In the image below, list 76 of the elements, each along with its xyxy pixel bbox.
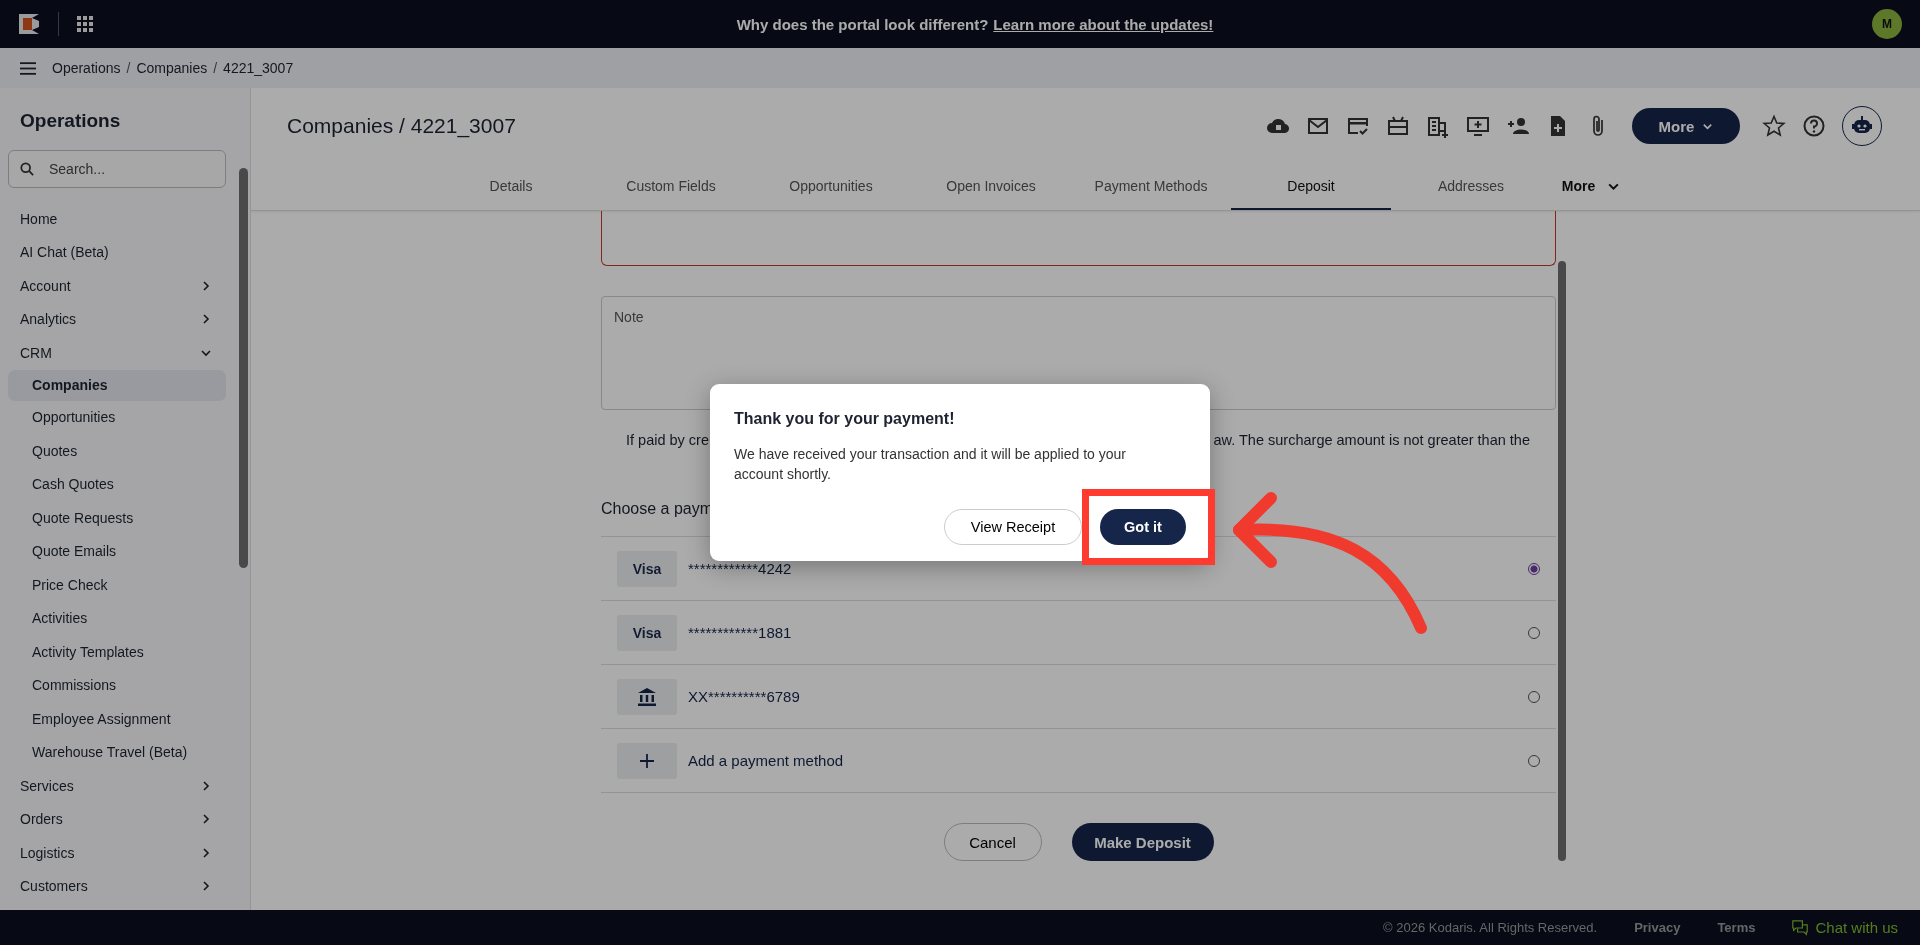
sidebar-item[interactable]: Cash Quotes <box>8 467 226 501</box>
radio-button[interactable] <box>1528 562 1540 575</box>
breadcrumb-link[interactable]: Operations <box>52 60 121 76</box>
sidebar-item[interactable]: Price Check <box>8 568 226 602</box>
card-brand-badge: Visa <box>617 614 677 651</box>
sidebar-item[interactable]: Quote Emails <box>8 534 226 568</box>
sidebar-item[interactable]: Activities <box>8 601 226 635</box>
sidebar-item[interactable]: Logistics <box>0 836 236 870</box>
search-icon <box>20 162 34 176</box>
page-title: Companies / 4221_3007 <box>287 114 516 138</box>
payment-method-row[interactable]: XX**********6789 <box>601 665 1556 729</box>
logo-icon[interactable] <box>18 13 40 35</box>
sidebar-item[interactable]: Activity Templates <box>8 635 226 669</box>
sidebar-item[interactable]: Companies <box>8 369 226 401</box>
surcharge-text: If paid by cre <box>626 432 709 448</box>
sidebar-item[interactable]: Warehouse Travel (Beta) <box>8 735 226 769</box>
star-icon[interactable] <box>1762 114 1786 138</box>
menu-icon[interactable] <box>20 61 36 75</box>
tab[interactable]: Opportunities <box>751 164 911 210</box>
chat-link[interactable]: Chat with us <box>1792 919 1898 936</box>
payment-method-label: ************1881 <box>688 624 793 641</box>
sidebar-item[interactable]: Employee Assignment <box>8 702 226 736</box>
tab[interactable]: Deposit <box>1231 164 1391 210</box>
building-plus-icon[interactable] <box>1426 114 1450 138</box>
user-avatar[interactable]: M <box>1872 9 1902 39</box>
sidebar-item[interactable]: Orders <box>0 802 236 836</box>
tab[interactable]: Custom Fields <box>591 164 751 210</box>
payment-method-row[interactable]: Add a payment method <box>601 729 1556 793</box>
tab[interactable]: Open Invoices <box>911 164 1071 210</box>
help-icon[interactable] <box>1802 114 1826 138</box>
sidebar-item[interactable]: Commissions <box>8 668 226 702</box>
payment-method-label: Add a payment method <box>688 752 845 769</box>
scrollbar[interactable] <box>1558 261 1566 861</box>
copyright-text: © 2026 Kodaris. All Rights Reserved. <box>1383 920 1598 935</box>
chat-icon <box>1792 919 1809 936</box>
payment-method-row[interactable]: Visa ************1881 <box>601 601 1556 665</box>
sidebar-item[interactable]: Customers <box>0 869 236 903</box>
bank-icon <box>637 686 657 707</box>
sidebar-item[interactable]: CRM <box>0 336 236 370</box>
sidebar-item[interactable]: Home <box>0 202 236 236</box>
plus-icon <box>639 752 655 769</box>
sidebar-item[interactable]: Quote Requests <box>8 501 226 535</box>
card-brand-badge: Visa <box>617 550 677 587</box>
breadcrumb-link[interactable]: Companies <box>136 60 208 76</box>
sidebar-title: Operations <box>19 109 122 133</box>
got-it-button[interactable]: Got it <box>1100 509 1186 545</box>
gift-box-icon[interactable] <box>1386 114 1410 138</box>
sidebar-item[interactable]: Services <box>0 769 236 803</box>
search-field[interactable]: Search... <box>8 150 226 188</box>
sidebar-item[interactable]: Analytics <box>0 302 236 336</box>
payment-method-label: ************4242 <box>688 560 793 577</box>
dialog-message: We have received your transaction and it will be applied to your account shortly. <box>734 445 1127 484</box>
surcharge-text: aw. The surcharge amount is not greater than the <box>1213 432 1530 448</box>
tab[interactable]: More <box>1551 164 1631 210</box>
cancel-button[interactable]: Cancel <box>943 823 1042 861</box>
input-field[interactable] <box>601 211 1556 266</box>
apps-grid-icon[interactable] <box>77 16 93 32</box>
sidebar-item[interactable]: Opportunities <box>8 400 226 434</box>
breadcrumb-separator: / <box>213 60 218 76</box>
dialog-title: Thank you for your payment! <box>734 410 956 428</box>
tab[interactable]: Payment Methods <box>1071 164 1231 210</box>
tab[interactable]: Details <box>431 164 591 210</box>
sidebar-item[interactable]: Quotes <box>8 434 226 468</box>
more-button[interactable]: More <box>1632 108 1740 144</box>
view-receipt-button[interactable]: View Receipt <box>944 509 1082 545</box>
payment-method-label: XX**********6789 <box>688 688 801 705</box>
breadcrumb-link[interactable]: 4221_3007 <box>223 60 294 76</box>
sidebar-item[interactable]: AI Chat (Beta) <box>0 235 236 269</box>
scrollbar[interactable] <box>239 168 248 568</box>
make-deposit-button[interactable]: Make Deposit <box>1071 823 1214 861</box>
sidebar-item[interactable]: Account <box>0 269 236 303</box>
announcement-text: Why does the portal look different? <box>736 15 989 33</box>
breadcrumb-separator: / <box>126 60 131 76</box>
monitor-plus-icon[interactable] <box>1466 114 1490 138</box>
learn-more-link[interactable]: Learn more about the updates! <box>993 15 1214 33</box>
tab[interactable]: Addresses <box>1391 164 1551 210</box>
